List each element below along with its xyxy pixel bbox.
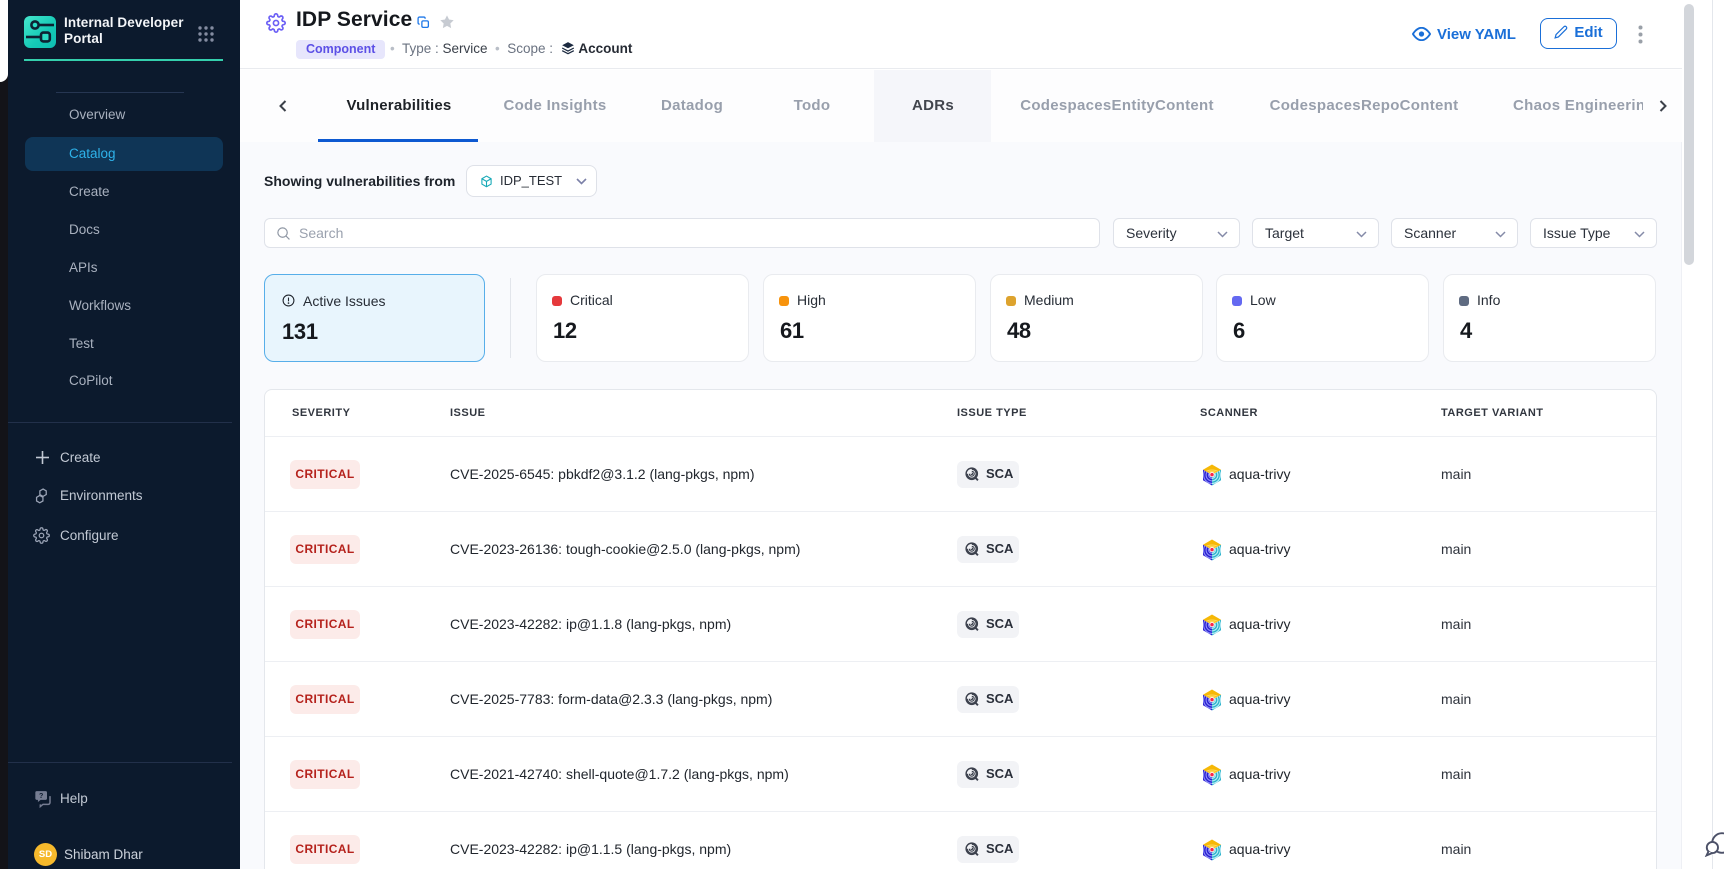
svg-text:?: ? [39, 792, 43, 800]
